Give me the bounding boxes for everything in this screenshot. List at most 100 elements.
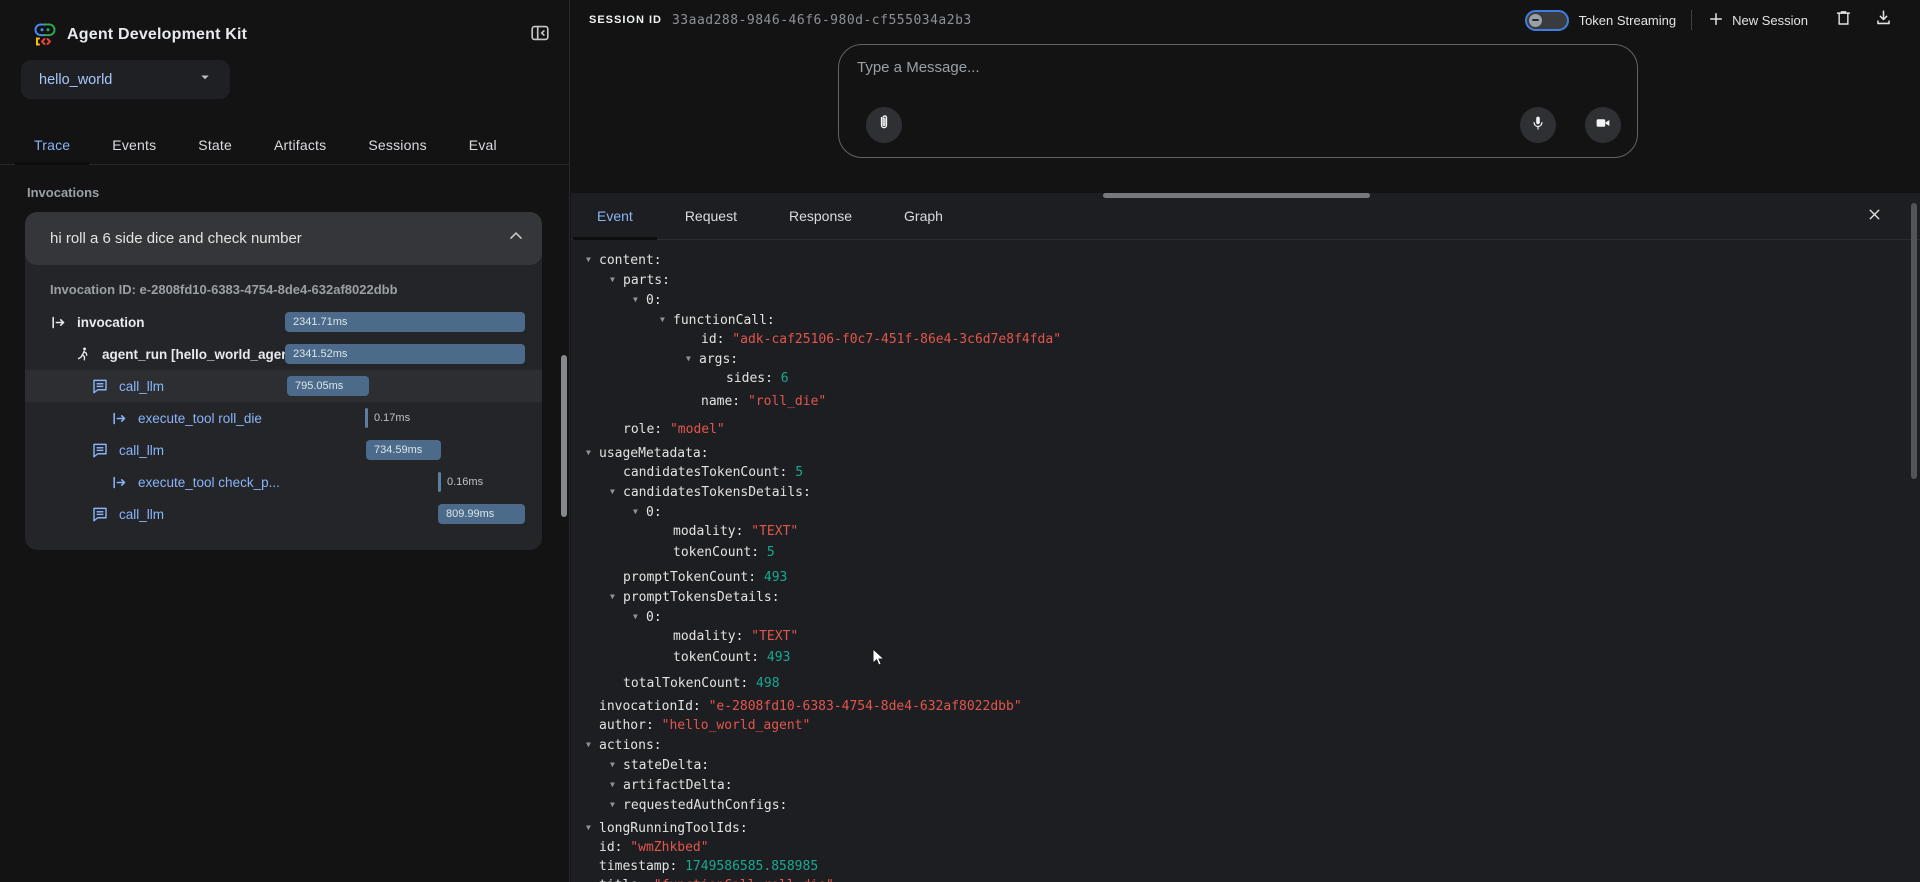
invocation-query-row[interactable]: hi roll a 6 side dice and check number — [25, 212, 542, 265]
video-camera-icon — [1594, 114, 1612, 137]
expander-icon[interactable]: ▼ — [633, 607, 646, 626]
trace-span-row[interactable]: execute_tool roll_die0.17ms — [25, 402, 542, 434]
tab-trace[interactable]: Trace — [13, 125, 91, 164]
tab-sessions[interactable]: Sessions — [347, 125, 447, 164]
microphone-button[interactable] — [1520, 107, 1556, 143]
json-value: "functionCall:roll_die" — [646, 878, 834, 882]
json-line: ▼longRunningToolIds: — [585, 818, 1061, 838]
json-line: ▼usageMetadata: — [585, 443, 1061, 463]
expander-icon[interactable]: ▼ — [633, 502, 646, 521]
video-button[interactable] — [1585, 107, 1621, 143]
expander-icon[interactable]: ▼ — [586, 735, 599, 754]
trace-span-row[interactable]: call_llm809.99ms — [25, 498, 542, 530]
duration-bar: 734.59ms — [366, 440, 441, 460]
chevron-up-icon — [506, 226, 526, 251]
duration-tick — [438, 472, 441, 492]
arrow-right-icon — [49, 313, 67, 331]
adk-web-app: Agent Development Kit hello_world TraceE… — [0, 0, 1920, 882]
json-key: actions: — [599, 738, 662, 753]
json-value: "TEXT" — [743, 524, 798, 539]
expander-icon[interactable]: ▼ — [586, 443, 599, 462]
detail-tab-graph[interactable]: Graph — [878, 193, 969, 239]
sidebar-scrollbar[interactable] — [561, 355, 567, 517]
json-line: ▼0: — [585, 502, 1061, 522]
chat-bubble-icon — [91, 377, 109, 395]
message-input-box[interactable]: Type a Message... — [838, 44, 1638, 158]
agent-selector[interactable]: hello_world — [21, 60, 230, 99]
tab-eval[interactable]: Eval — [448, 125, 518, 164]
json-value: 493 — [756, 570, 787, 585]
paperclip-icon — [874, 113, 894, 138]
tab-state[interactable]: State — [177, 125, 253, 164]
json-line: id: "wmZhkbed" — [585, 838, 1061, 857]
close-panel-button[interactable] — [1862, 205, 1886, 229]
expander-icon[interactable]: ▼ — [610, 795, 623, 814]
json-line: sides: 6 — [585, 369, 1061, 388]
token-streaming-toggle[interactable] — [1525, 10, 1569, 31]
arrow-right-icon — [110, 473, 128, 491]
app-title: Agent Development Kit — [67, 26, 247, 44]
json-line: candidatesTokenCount: 5 — [585, 463, 1061, 482]
json-line: ▼0: — [585, 607, 1061, 627]
expander-icon[interactable]: ▼ — [586, 250, 599, 269]
json-line: author: "hello_world_agent" — [585, 716, 1061, 735]
new-session-button[interactable]: New Session — [1707, 10, 1808, 31]
json-line: role: "model" — [585, 420, 1061, 439]
expander-icon[interactable]: ▼ — [610, 775, 623, 794]
export-session-button[interactable] — [1870, 7, 1896, 33]
json-key: candidatesTokenCount: — [623, 465, 787, 480]
invocation-card: hi roll a 6 side dice and check number I… — [25, 212, 542, 550]
expander-icon[interactable]: ▼ — [610, 755, 623, 774]
tab-events[interactable]: Events — [91, 125, 177, 164]
trace-span-row[interactable]: call_llm795.05ms — [25, 370, 542, 402]
trace-span-row[interactable]: agent_run [hello_world_agent]2341.52ms — [25, 338, 542, 370]
json-line: invocationId: "e-2808fd10-6383-4754-8de4… — [585, 697, 1061, 716]
tab-artifacts[interactable]: Artifacts — [253, 125, 347, 164]
json-key: parts: — [623, 273, 670, 288]
expander-icon[interactable]: ▼ — [633, 290, 646, 309]
detail-tab-request[interactable]: Request — [659, 193, 763, 239]
delete-session-button[interactable] — [1830, 7, 1856, 33]
sidebar-tabs: TraceEventsStateArtifactsSessionsEval — [0, 125, 570, 165]
json-key: modality: — [673, 629, 743, 644]
json-line: tokenCount: 493 — [585, 648, 1061, 667]
chevron-down-icon — [196, 68, 214, 91]
sidebar: Agent Development Kit hello_world TraceE… — [0, 0, 570, 882]
trace-span-row[interactable]: execute_tool check_p...0.16ms — [25, 466, 542, 498]
expander-icon[interactable]: ▼ — [610, 270, 623, 289]
panel-collapse-icon[interactable] — [527, 20, 553, 46]
attach-file-button[interactable] — [866, 107, 902, 143]
json-key: 0: — [646, 293, 662, 308]
json-value: 1749586585.858985 — [677, 859, 818, 874]
expander-icon[interactable]: ▼ — [660, 310, 673, 329]
detail-tab-event[interactable]: Event — [571, 193, 659, 239]
span-label: call_llm — [119, 443, 164, 458]
expander-icon[interactable]: ▼ — [610, 482, 623, 501]
duration-tick — [365, 408, 368, 428]
vertical-scrollbar[interactable] — [1911, 203, 1917, 479]
json-line: promptTokenCount: 493 — [585, 568, 1061, 587]
json-line: ▼artifactDelta: — [585, 775, 1061, 795]
header-divider — [1691, 10, 1692, 30]
trace-span-row[interactable]: invocation2341.71ms — [25, 306, 542, 338]
json-value: 5 — [787, 465, 803, 480]
json-key: content: — [599, 253, 662, 268]
json-key: name: — [701, 394, 740, 409]
close-icon — [1866, 206, 1883, 228]
expander-icon[interactable]: ▼ — [686, 349, 699, 368]
invocations-label: Invocations — [27, 185, 99, 200]
detail-tab-response[interactable]: Response — [763, 193, 878, 239]
new-session-label: New Session — [1732, 13, 1808, 28]
invocation-id: Invocation ID: e-2808fd10-6383-4754-8de4… — [50, 282, 542, 297]
expander-icon[interactable]: ▼ — [610, 587, 623, 606]
json-value: 498 — [748, 676, 779, 691]
json-value: 6 — [773, 371, 789, 386]
json-value: 5 — [759, 545, 775, 560]
trash-icon — [1834, 8, 1853, 32]
expander-icon[interactable]: ▼ — [586, 818, 599, 837]
duration-bar: 809.99ms — [438, 504, 525, 524]
runner-icon — [74, 345, 92, 363]
trace-span-row[interactable]: call_llm 734.59ms — [25, 434, 542, 466]
json-key: artifactDelta: — [623, 778, 733, 793]
chat-bubble-icon — [91, 505, 109, 523]
